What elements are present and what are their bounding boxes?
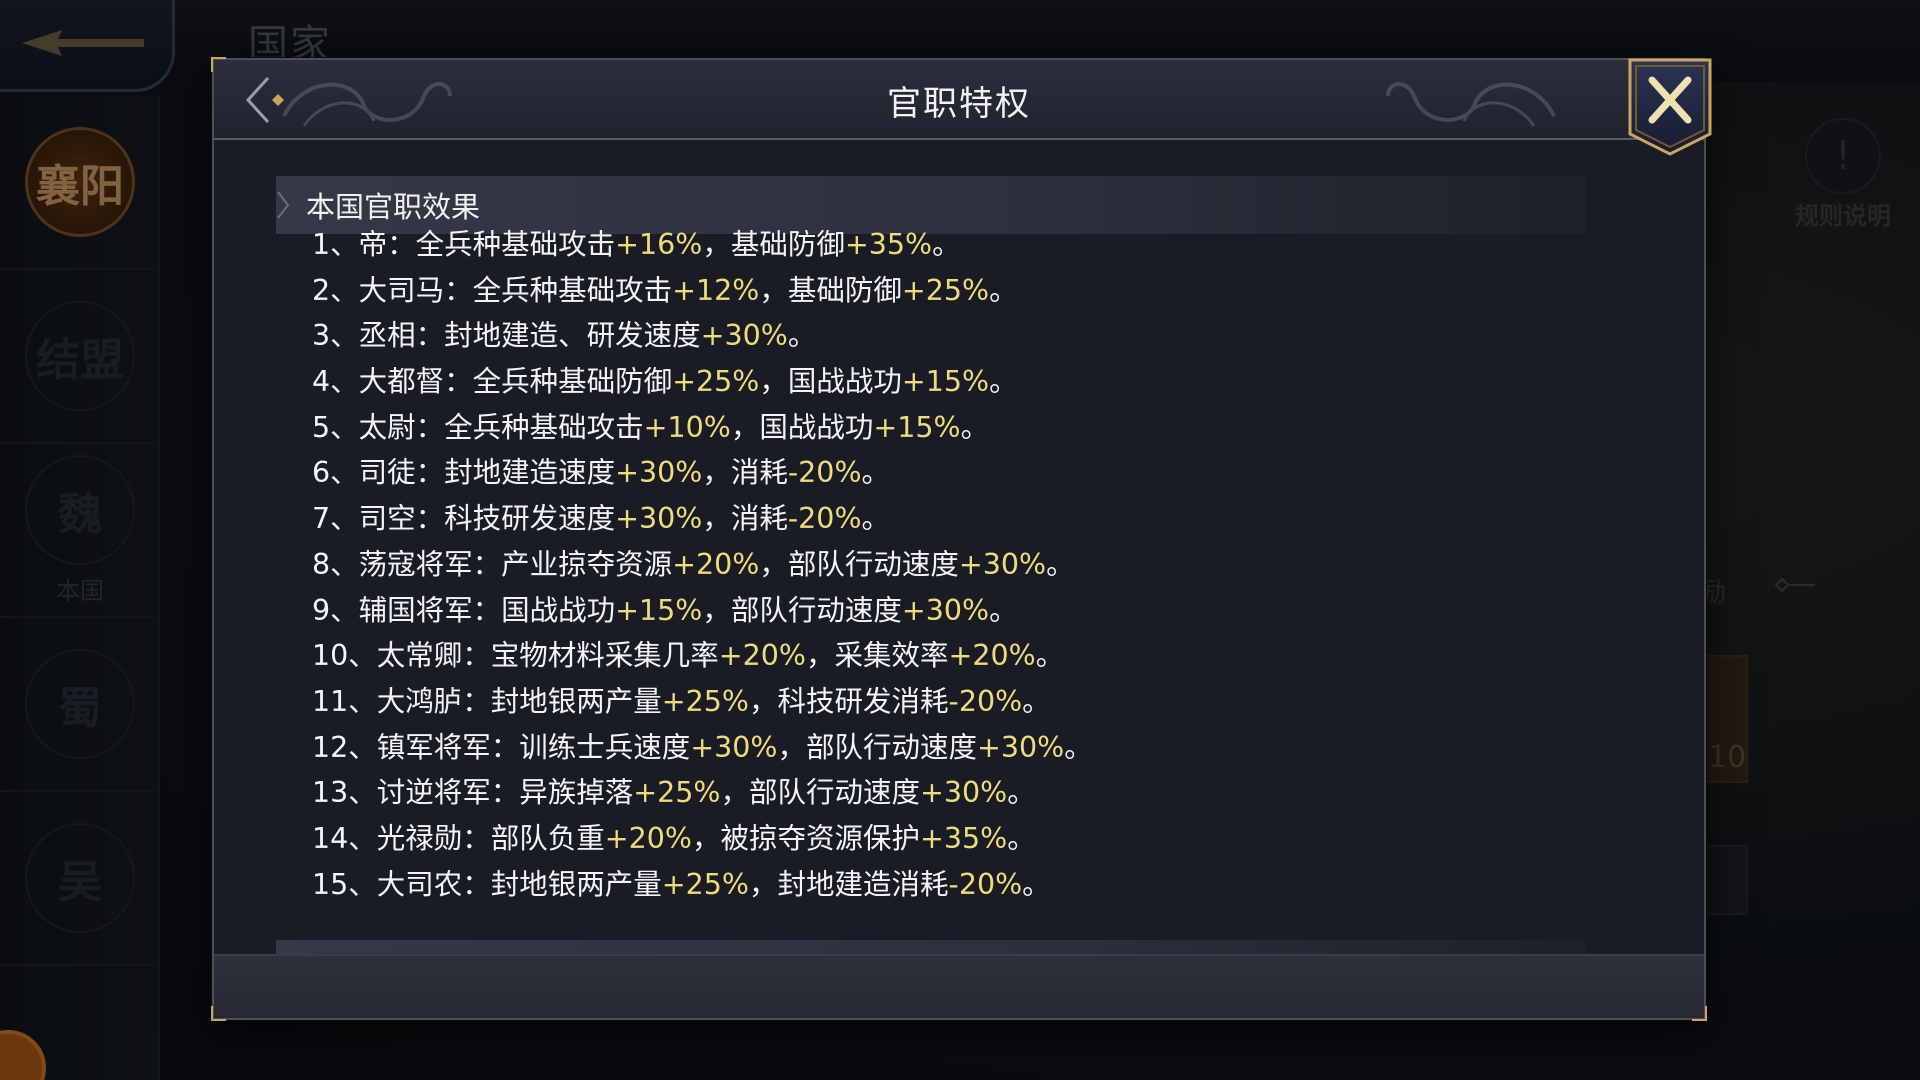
effect-text: ，国战战功	[759, 365, 902, 399]
effect-value: -20%	[948, 867, 1023, 901]
effect-text: 。	[787, 319, 817, 353]
effect-value: +30%	[901, 593, 990, 627]
effect-value: +20%	[718, 639, 807, 673]
effect-line: 10、太常卿：宝物材料采集几率+20%，采集效率+20%。	[312, 633, 1093, 679]
effect-value: +30%	[615, 456, 703, 490]
effect-line: 2、大司马：全兵种基础攻击+12%，基础防御+25%。	[312, 268, 1093, 314]
effect-value: +25%	[661, 867, 750, 901]
chevron-right-icon	[277, 191, 290, 219]
effect-text: 10、太常卿：宝物材料采集几率	[312, 639, 719, 673]
effect-value: +10%	[643, 410, 731, 444]
effect-line: 13、讨逆将军：异族掉落+25%，部队行动速度+30%。	[312, 770, 1093, 816]
effect-value: +30%	[920, 776, 1008, 810]
effect-line: 8、荡寇将军：产业掠夺资源+20%，部队行动速度+30%。	[312, 542, 1093, 588]
effect-text: 。	[960, 410, 990, 444]
effect-text: 。	[932, 228, 961, 261]
effect-value: +25%	[901, 273, 990, 307]
effect-value: +35%	[920, 821, 1008, 855]
modal-title: 官职特权	[887, 83, 1031, 124]
effect-text: 。	[1022, 684, 1051, 718]
effect-text: 6、司徒：封地建造速度	[312, 456, 616, 490]
effect-text: ，消耗	[702, 502, 788, 536]
effect-value: +35%	[844, 228, 933, 261]
effect-text: ，基础防御	[702, 228, 845, 261]
effect-text: 9、辅国将军：国战战功	[312, 593, 616, 627]
effect-text: 5、太尉：全兵种基础攻击	[312, 410, 644, 444]
effect-value: +16%	[615, 228, 703, 261]
modal-header: 官职特权	[214, 60, 1704, 140]
modal-footer	[214, 954, 1704, 1018]
effect-text: 。	[1007, 821, 1036, 855]
effect-text: 2、大司马：全兵种基础攻击	[312, 273, 673, 307]
effect-text: ，采集效率	[806, 639, 949, 673]
effect-text: 14、光禄勋：部队负重	[312, 821, 605, 855]
corner-ornament-icon	[1692, 1006, 1707, 1021]
effect-text: 。	[1022, 867, 1051, 901]
effect-value: +15%	[901, 365, 990, 399]
effect-text: ，国战战功	[730, 410, 874, 444]
effect-line: 11、大鸿胪：封地银两产量+25%，科技研发消耗-20%。	[312, 679, 1093, 725]
effect-line: 9、辅国将军：国战战功+15%，部队行动速度+30%。	[312, 588, 1093, 634]
effect-value: +30%	[690, 730, 778, 764]
effect-text: ，封地建造消耗	[749, 867, 949, 901]
effect-value: +25%	[661, 684, 750, 718]
privilege-modal: 官职特权 本国官职效果 1、帝：全兵种基础攻击+16%，基础防御+35%。 2、大…	[211, 57, 1712, 1021]
effect-text: 。	[1035, 639, 1065, 673]
effect-line: 4、大都督：全兵种基础防御+25%，国战战功+15%。	[312, 359, 1093, 405]
effect-value: +15%	[873, 410, 961, 444]
effect-line: 6、司徒：封地建造速度+30%，消耗-20%。	[312, 450, 1093, 496]
effect-value: +20%	[604, 821, 693, 855]
effect-value: +30%	[958, 547, 1047, 581]
effect-text: 4、大都督：全兵种基础防御	[312, 365, 673, 399]
effect-text: 。	[1007, 776, 1036, 810]
effect-text: ，部队行动速度	[777, 730, 978, 764]
effect-text: 。	[1046, 547, 1075, 581]
effect-text: 13、讨逆将军：异族掉落	[312, 776, 634, 810]
effect-value: +15%	[615, 593, 703, 627]
effect-line: 3、丞相：封地建造、研发速度+30%。	[312, 313, 1093, 359]
effect-text: 12、镇军将军：训练士兵速度	[312, 730, 691, 764]
effect-text: 3、丞相：封地建造、研发速度	[312, 319, 701, 353]
effect-line: 15、大司农：封地银两产量+25%，封地建造消耗-20%。	[312, 862, 1093, 908]
effect-line: 5、太尉：全兵种基础攻击+10%，国战战功+15%。	[312, 405, 1093, 451]
effect-value: +25%	[633, 776, 721, 810]
effect-text: ，部队行动速度	[759, 547, 959, 581]
effect-text: 。	[861, 456, 891, 490]
effect-value: +30%	[700, 319, 788, 353]
effect-value: +30%	[977, 730, 1065, 764]
effect-line: 7、司空：科技研发速度+30%，消耗-20%。	[312, 496, 1093, 542]
effect-text: ，科技研发消耗	[749, 684, 949, 718]
effect-text: 11、大鸿胪：封地银两产量	[312, 684, 662, 718]
effect-value: +20%	[672, 547, 760, 581]
effect-text: 。	[1064, 730, 1093, 764]
effect-text: 7、司空：科技研发速度	[312, 502, 616, 536]
effect-text: ，部队行动速度	[720, 776, 921, 810]
effect-text: ，部队行动速度	[702, 593, 902, 627]
corner-ornament-icon	[211, 57, 226, 72]
effect-value: +20%	[948, 639, 1036, 673]
effect-value: -20%	[948, 684, 1023, 718]
effect-text: ，消耗	[702, 456, 788, 490]
effect-text: 。	[989, 593, 1018, 627]
effect-value: -20%	[787, 456, 862, 490]
effect-text: ，基础防御	[759, 273, 902, 307]
effect-line: 14、光禄勋：部队负重+20%，被掠夺资源保护+35%。	[312, 816, 1093, 862]
effect-text: 。	[989, 273, 1018, 307]
effect-text: 15、大司农：封地银两产量	[312, 867, 662, 901]
modal-content[interactable]: 本国官职效果 1、帝：全兵种基础攻击+16%，基础防御+35%。 2、大司马：全兵…	[214, 142, 1704, 956]
effect-value: -20%	[787, 502, 862, 536]
effect-line: 12、镇军将军：训练士兵速度+30%，部队行动速度+30%。	[312, 725, 1093, 771]
effect-line: 1、帝：全兵种基础攻击+16%，基础防御+35%。	[312, 222, 1093, 268]
effect-text: 。	[989, 365, 1018, 399]
effect-value: +12%	[672, 273, 760, 307]
effect-text: ，被掠夺资源保护	[692, 821, 921, 855]
effect-text: 8、荡寇将军：产业掠夺资源	[312, 547, 673, 581]
effect-list: 1、帝：全兵种基础攻击+16%，基础防御+35%。 2、大司马：全兵种基础攻击+1…	[312, 222, 1093, 907]
section-title: 本国官职效果	[306, 190, 481, 224]
effect-text: 。	[861, 502, 891, 536]
effect-value: +25%	[672, 365, 760, 399]
corner-ornament-icon	[211, 1006, 226, 1021]
effect-value: +30%	[615, 502, 703, 536]
effect-text: 1、帝：全兵种基础攻击	[312, 228, 616, 261]
